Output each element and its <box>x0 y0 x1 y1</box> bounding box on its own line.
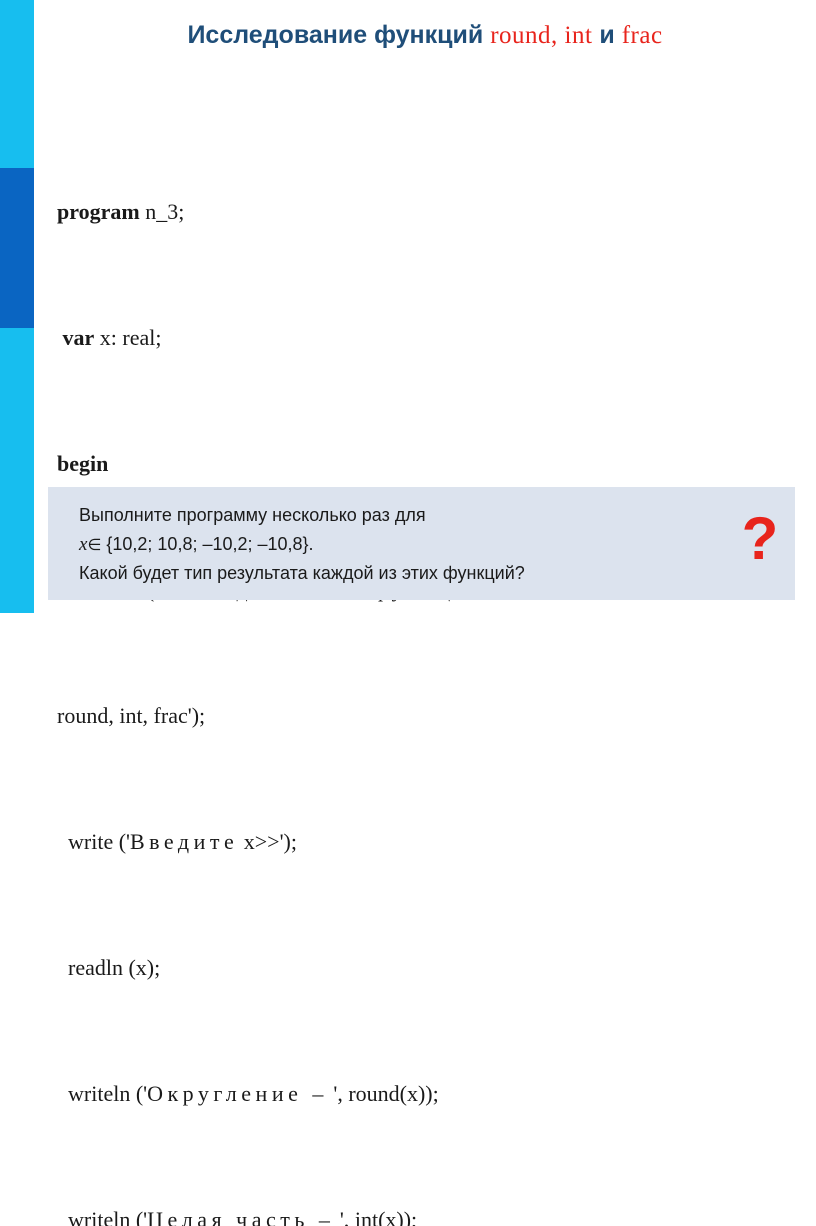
code-line-write-prompt: write ('Введите x>>'); <box>57 826 816 858</box>
code-rest-program: n_3; <box>140 199 185 224</box>
title-comma: , <box>551 22 565 49</box>
code-line-writeln-header-cont: round, int, frac'); <box>57 700 816 732</box>
stripe-segment-cyan-top <box>0 0 34 168</box>
code-string-write-prompt: Введите <box>130 829 238 854</box>
code-pre-writeln-round: writeln (' <box>57 1081 147 1106</box>
stripe-segment-navy <box>0 168 34 328</box>
task-line-1: Выполните программу несколько раз для <box>79 501 679 530</box>
title-code-int: int <box>565 22 593 49</box>
title-conjunction: и <box>592 21 621 49</box>
code-line-begin: begin <box>57 448 816 480</box>
task-line-2: x∈ {10,2; 10,8; –10,2; –10,8}. <box>79 530 679 559</box>
title-text-russian: Исследование функций <box>187 21 490 49</box>
task-line-3: Какой будет тип результата каждой из эти… <box>79 559 679 588</box>
code-pre-writeln-header-cont: round, int, frac'); <box>57 703 205 728</box>
code-string-writeln-round: Округление – <box>147 1081 328 1106</box>
code-rest-var: x: real; <box>94 325 161 350</box>
question-mark-icon: ? <box>734 501 786 577</box>
code-line-readln: readln (x); <box>57 952 816 984</box>
code-keyword-var: var <box>63 325 95 350</box>
title-code-frac: frac <box>622 22 663 49</box>
code-line-writeln-round: writeln ('Округление – ', round(x)); <box>57 1078 816 1110</box>
code-line-writeln-int: writeln ('Целая часть – ', int(x)); <box>57 1204 816 1226</box>
pascal-code-listing: program n_3; var x: real; begin writeln … <box>57 101 816 1226</box>
code-pre-write-prompt: write (' <box>57 829 130 854</box>
code-post-writeln-int: ', int(x)); <box>334 1207 417 1226</box>
code-keyword-program: program <box>57 199 140 224</box>
left-accent-stripe <box>0 0 34 613</box>
code-keyword-begin: begin <box>57 451 108 476</box>
task-value-set: {10,2; 10,8; –10,2; –10,8}. <box>101 534 313 554</box>
slide-title: Исследование функций round, int и frac <box>34 22 816 50</box>
title-code-round: round <box>490 22 551 49</box>
task-panel: Выполните программу несколько раз для x∈… <box>48 487 795 600</box>
set-membership-icon: ∈ <box>87 535 101 554</box>
code-post-write-prompt: x>>'); <box>238 829 297 854</box>
code-post-writeln-round: ', round(x)); <box>328 1081 439 1106</box>
task-text-block: Выполните программу несколько раз для x∈… <box>79 501 679 588</box>
stripe-segment-cyan-bottom <box>0 328 34 613</box>
code-pre-readln: readln (x); <box>57 955 160 980</box>
code-line-var: var x: real; <box>57 322 816 354</box>
code-string-writeln-int: Целая часть – <box>147 1207 334 1226</box>
code-pre-writeln-int: writeln (' <box>57 1207 147 1226</box>
code-line-program: program n_3; <box>57 196 816 228</box>
